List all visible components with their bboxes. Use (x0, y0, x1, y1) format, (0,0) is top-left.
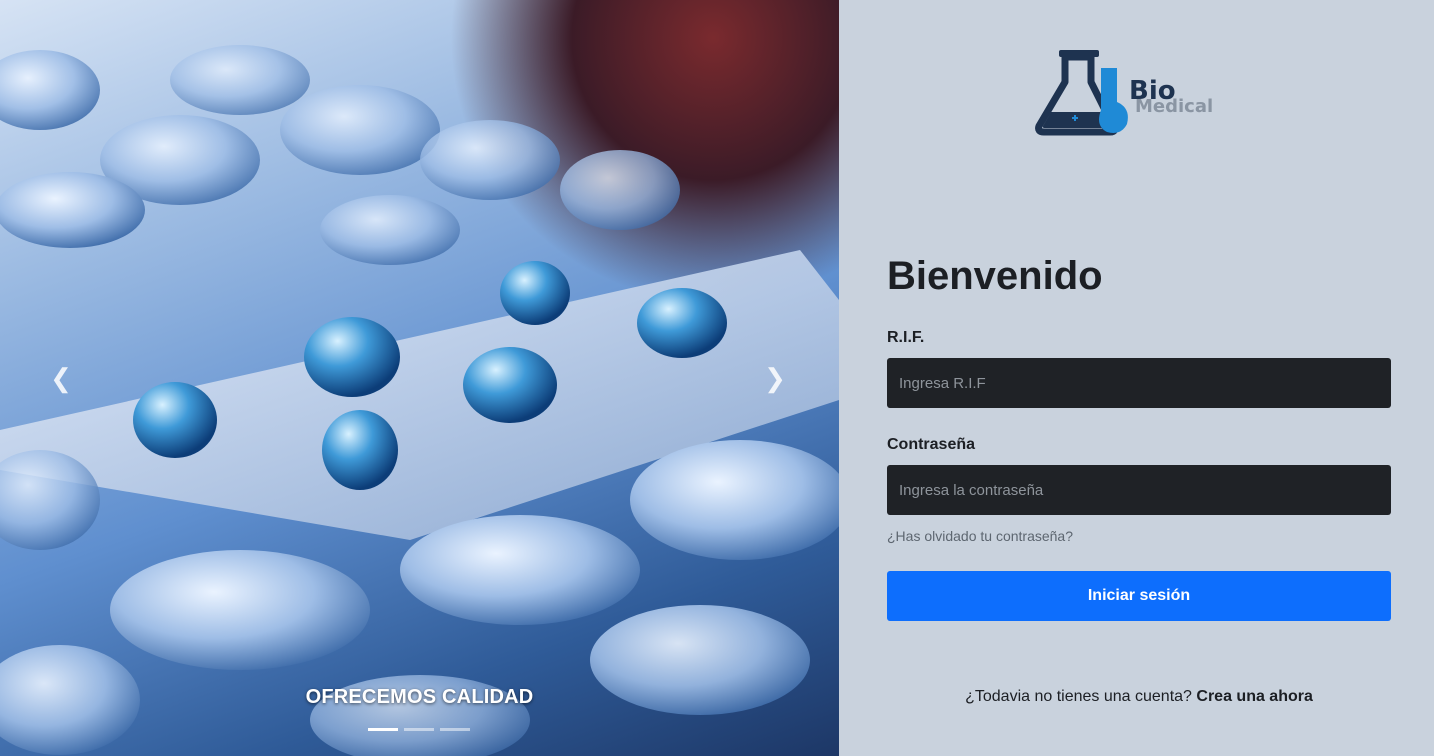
image-carousel: ❮ ❯ OFRECEMOS CALIDAD (0, 0, 839, 756)
chevron-right-icon: ❯ (764, 362, 786, 393)
signup-prompt: ¿Todavia no tienes una cuenta? Crea una … (887, 688, 1391, 706)
carousel-prev-button[interactable]: ❮ (46, 360, 76, 396)
login-button[interactable]: Iniciar sesión (887, 571, 1391, 621)
flask-icon (1035, 50, 1128, 136)
carousel-next-button[interactable]: ❯ (760, 360, 790, 396)
password-label: Contraseña (887, 436, 976, 453)
forgot-password-link[interactable]: ¿Has olvidado tu contraseña? (887, 528, 1073, 544)
carousel-indicators (368, 728, 470, 731)
login-page: ❮ ❯ OFRECEMOS CALIDAD Bio Medical Bienve… (0, 0, 1434, 756)
carousel-indicator-3[interactable] (440, 728, 470, 731)
rif-label: R.I.F. (887, 329, 925, 346)
page-title: Bienvenido (887, 254, 1103, 298)
password-input[interactable] (887, 465, 1391, 515)
carousel-indicator-2[interactable] (404, 728, 434, 731)
signup-link[interactable]: Crea una ahora (1196, 688, 1312, 705)
carousel-caption: OFRECEMOS CALIDAD (305, 686, 534, 708)
signup-prompt-text: ¿Todavia no tienes una cuenta? (965, 688, 1192, 705)
pills-background-image (0, 45, 839, 756)
chevron-left-icon: ❮ (50, 362, 72, 393)
carousel-indicator-1[interactable] (368, 728, 398, 731)
biomedical-logo: Bio Medical (1035, 48, 1225, 136)
rif-input[interactable] (887, 358, 1391, 408)
logo-text-medical: Medical (1135, 96, 1214, 117)
